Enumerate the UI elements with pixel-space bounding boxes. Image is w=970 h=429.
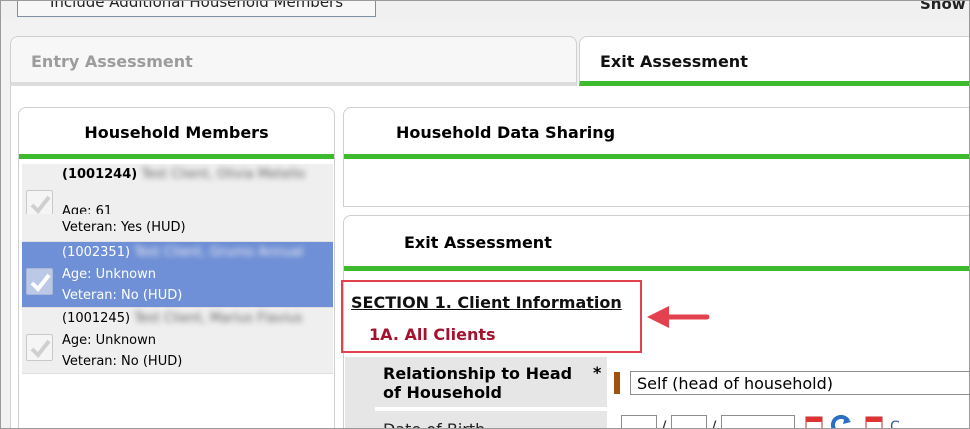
relationship-label-line1: Relationship to Head — [383, 364, 573, 383]
checkbox-check-icon — [30, 339, 51, 359]
member-checkbox[interactable] — [26, 268, 53, 295]
calendar-icon[interactable] — [865, 415, 883, 429]
top-toolbar: Include Additional Household Members Sho… — [1, 0, 969, 19]
calendar-link[interactable]: C — [890, 419, 900, 428]
member-id: (1001244) — [62, 167, 138, 182]
member-name: Test Client, Marius Flavius — [134, 311, 303, 326]
required-field-marker — [614, 372, 620, 394]
household-member-item-selected[interactable]: (1002351) Test Client, Grumo Annual Age:… — [22, 242, 333, 308]
calendar-icon[interactable] — [805, 415, 823, 429]
highlight-box — [341, 280, 642, 353]
dob-year-input[interactable] — [721, 415, 795, 428]
relationship-label: Relationship to Head of Household — [375, 357, 607, 409]
member-name: Test Client, Olivia Metello — [141, 167, 306, 182]
include-household-button[interactable]: Include Additional Household Members — [17, 1, 376, 17]
window-frame: Include Additional Household Members Sho… — [0, 0, 970, 429]
tab-entry-assessment[interactable]: Entry Assessment — [10, 36, 577, 86]
member-checkbox[interactable] — [26, 190, 53, 217]
dob-separator: / — [711, 417, 717, 429]
member-id: (1001245) — [62, 311, 131, 326]
dob-label: Date of Birth — [375, 411, 607, 428]
arrow-left-icon — [647, 306, 710, 328]
member-veteran: Veteran: No (HUD) — [62, 354, 183, 369]
household-members-header: Household Members — [19, 108, 334, 159]
dob-day-input[interactable] — [671, 415, 707, 428]
relationship-select[interactable]: Self (head of household) — [630, 371, 969, 395]
form-gutter — [345, 357, 375, 428]
member-checkbox[interactable] — [26, 334, 53, 361]
refresh-icon[interactable] — [830, 415, 852, 429]
household-member-item[interactable]: (1001245) Test Client, Marius Flavius Ag… — [22, 308, 333, 374]
show-label: Show — [920, 0, 966, 13]
household-members-panel: Household Members (1001244) Test Client,… — [18, 107, 335, 428]
household-data-sharing-header: Household Data Sharing — [344, 108, 969, 159]
tab-exit-assessment[interactable]: Exit Assessment — [579, 36, 969, 86]
member-veteran: Veteran: Yes (HUD) — [62, 220, 186, 235]
exit-assessment-header: Exit Assessment — [344, 216, 969, 271]
checkbox-check-icon — [30, 195, 51, 215]
member-age: Age: Unknown — [62, 333, 157, 348]
checkbox-check-icon — [30, 273, 51, 293]
relationship-label-line2: of Household — [383, 383, 502, 402]
required-marker: * — [593, 363, 602, 382]
member-veteran-row: Veteran: Yes (HUD) — [22, 214, 333, 242]
member-id: (1002351) — [62, 245, 131, 260]
member-age: Age: Unknown — [62, 267, 157, 282]
dob-month-input[interactable] — [621, 415, 657, 428]
member-veteran: Veteran: No (HUD) — [62, 288, 183, 303]
dob-separator: / — [661, 417, 667, 429]
household-data-sharing-panel: Household Data Sharing — [343, 107, 969, 207]
member-name: Test Client, Grumo Annual — [134, 245, 304, 260]
